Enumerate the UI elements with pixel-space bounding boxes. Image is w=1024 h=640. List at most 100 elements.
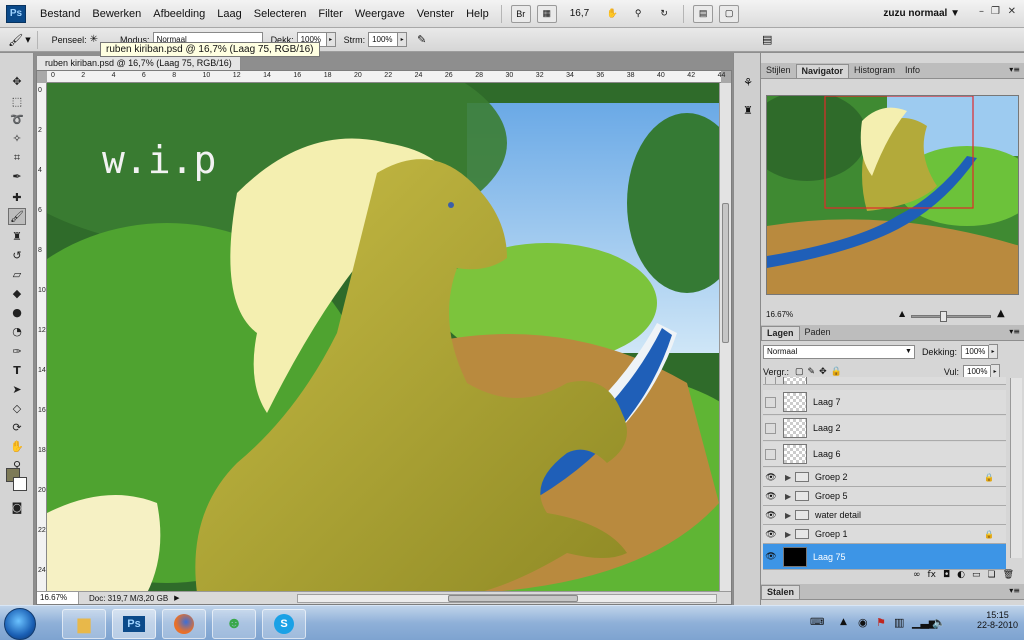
tab-histogram[interactable]: Histogram [849,64,900,78]
panel-toggle-icon[interactable]: ▤ [762,33,772,46]
eraser-tool-icon[interactable]: ▱ [8,266,26,283]
eye-icon[interactable]: 👁 [763,472,779,483]
eyedropper-tool-icon[interactable]: ✒ [8,168,26,185]
menu-afbeelding[interactable]: Afbeelding [147,0,211,28]
taskbar-firefox[interactable] [162,609,206,639]
menu-laag[interactable]: Laag [211,0,247,28]
visibility-toggle[interactable] [765,396,776,408]
dodge-tool-icon[interactable]: ◔ [8,323,26,340]
lock-all-icon[interactable]: 🔒 [831,366,842,377]
airbrush-icon[interactable]: ✎ [417,33,426,46]
eye-icon[interactable]: 👁 [763,551,779,562]
minimize-button[interactable]: – [979,6,984,17]
doc-size-info[interactable]: Doc: 319,7 M/3,20 GB [79,594,168,603]
tray-keyboard-icon[interactable]: ⌨ [810,617,824,628]
horizontal-scroll-thumb[interactable] [448,595,578,602]
navigator-preview[interactable] [766,95,1019,295]
zoom-tool-button[interactable]: ⚲ [628,5,648,23]
visibility-toggle[interactable] [765,377,776,384]
chevron-right-icon[interactable]: ▶ [785,473,795,482]
layer-laag-75[interactable]: 👁 Laag 75 [763,544,1006,570]
zoom-in-icon[interactable]: ▲ [997,308,1005,319]
menu-selecteren[interactable]: Selecteren [248,0,313,28]
rotate-view-button[interactable]: ↻ [654,5,674,23]
layer-opacity-arrow[interactable]: ▸ [988,344,998,359]
layer-groep-1[interactable]: 👁 ▶ Groep 1 🔒 [763,525,1006,544]
quick-select-tool-icon[interactable]: ✧ [8,130,26,147]
healing-brush-tool-icon[interactable]: ✚ [8,189,26,206]
document-tab[interactable]: ruben kiriban.psd @ 16,7% (Laag 75, RGB/… [36,55,241,70]
status-zoom-field[interactable]: 16.67% [37,592,79,604]
restore-button[interactable]: ❐ [991,6,1000,17]
panel-menu-icon[interactable]: ▾≡ [1009,327,1020,336]
eye-icon[interactable]: 👁 [763,510,779,521]
menu-filter[interactable]: Filter [312,0,348,28]
tab-navigator[interactable]: Navigator [795,64,850,78]
paint-bucket-tool-icon[interactable]: ◆ [8,285,26,302]
tray-clock[interactable]: 15:15 22-8-2010 [977,610,1018,630]
workspace-switcher[interactable]: zuzu normaal ▼ [883,8,960,19]
lasso-tool-icon[interactable]: ➰ [8,111,26,128]
canvas[interactable]: w.i.p [47,83,719,593]
navigator-zoom[interactable]: 16.67% [766,310,793,319]
layers-scrollbar[interactable] [1010,378,1022,558]
panel-menu-icon[interactable]: ▾≡ [1009,65,1020,74]
tab-lagen[interactable]: Lagen [761,326,800,340]
flow-input[interactable]: 100% [368,32,399,47]
opacity-arrow[interactable]: ▸ [326,32,336,47]
path-select-tool-icon[interactable]: ➤ [8,381,26,398]
blur-tool-icon[interactable]: ● [8,304,26,321]
new-group-icon[interactable]: ▭ [972,570,981,580]
navigator-zoom-slider[interactable] [911,311,991,322]
tab-paden[interactable]: Paden [800,326,836,340]
menu-bewerken[interactable]: Bewerken [86,0,147,28]
brush-presets-icon[interactable]: ⚘ [738,73,758,91]
link-layers-icon[interactable]: ∞ [913,570,921,580]
3d-rotate-tool-icon[interactable]: ⟳ [8,419,26,436]
marquee-tool-icon[interactable]: ⬚ [8,93,26,110]
tray-warning-icon[interactable]: ⚑ [876,616,886,629]
lock-pixels-icon[interactable]: ✎ [808,366,816,377]
close-button[interactable]: ✕ [1008,6,1016,17]
vertical-scrollbar[interactable] [719,83,731,593]
layer-opacity-input[interactable]: 100% [960,344,989,359]
lock-position-icon[interactable]: ✥ [819,366,827,377]
layer-laag-2[interactable]: Laag 2 [763,416,1006,441]
tray-security-icon[interactable]: ◉ [858,616,868,629]
shape-tool-icon[interactable]: ◇ [8,400,26,417]
new-layer-icon[interactable]: ❏ [987,570,995,580]
history-brush-tool-icon[interactable]: ↺ [8,247,26,264]
arrange-documents-button[interactable]: ▤ [693,4,714,23]
menu-bestand[interactable]: Bestand [34,0,86,28]
layer-water-detail[interactable]: 👁 ▶ water detail [763,506,1006,525]
quick-mask-icon[interactable]: ◙ [8,499,26,516]
menu-weergave[interactable]: Weergave [349,0,411,28]
horizontal-scrollbar[interactable] [297,594,717,603]
screen-mode-button[interactable]: ▢ [719,4,740,23]
zoom-out-icon[interactable]: ▲ [899,309,905,318]
type-tool-icon[interactable]: T [8,362,26,379]
layer-style-icon[interactable]: fx [927,570,936,580]
panel-menu-icon[interactable]: ▾≡ [1009,586,1020,595]
brush-tool-icon[interactable]: 🖌 [8,33,23,47]
tray-volume-icon[interactable]: 🔈 [932,616,946,629]
tab-info[interactable]: Info [900,64,925,78]
visibility-toggle[interactable] [765,422,776,434]
eye-icon[interactable]: 👁 [763,529,779,540]
brush-preset-picker[interactable]: ✳ [90,34,98,45]
pen-tool-icon[interactable]: ✑ [8,343,26,360]
status-menu-arrow[interactable]: ▶ [174,594,179,602]
layer-laag-6[interactable]: Laag 6 [763,442,1006,467]
tray-network-icon[interactable]: ▥ [894,616,904,629]
zoom-slider-knob[interactable] [940,311,947,322]
bridge-button[interactable]: Br [510,4,531,23]
taskbar-explorer[interactable]: ▆ [62,609,106,639]
layer-groep-2[interactable]: 👁 ▶ Groep 2 🔒 [763,468,1006,487]
chevron-right-icon[interactable]: ▶ [785,530,795,539]
blend-mode-select[interactable]: Normaal [763,344,915,359]
vertical-scroll-thumb[interactable] [722,203,729,343]
visibility-toggle[interactable] [765,448,776,460]
eye-icon[interactable]: 👁 [763,491,779,502]
adjustment-layer-icon[interactable]: ◐ [957,570,965,580]
view-extras-button[interactable]: ▦ [536,4,557,23]
